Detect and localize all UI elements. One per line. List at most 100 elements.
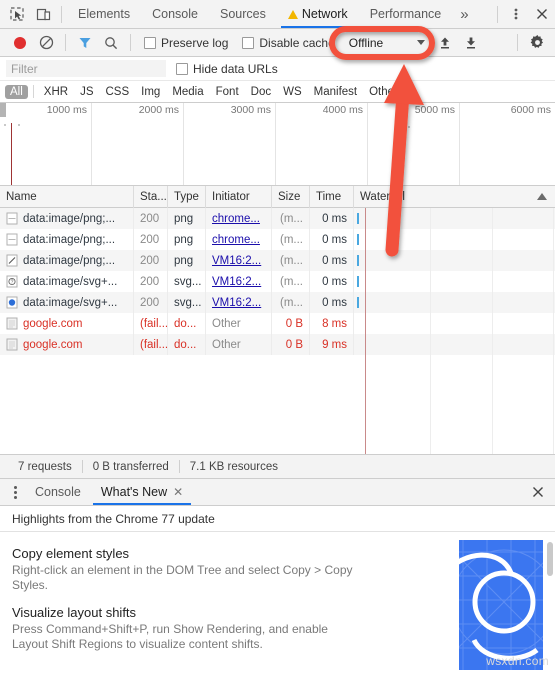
drawer-menu-icon[interactable] <box>6 485 25 499</box>
drawer-tab-console[interactable]: Console <box>25 479 91 505</box>
svg-blue-dot-icon <box>6 296 18 309</box>
search-button[interactable] <box>99 31 123 55</box>
hide-data-urls-checkbox[interactable]: Hide data URLs <box>176 62 278 76</box>
table-row[interactable]: data:image/png;... 200 png chrome... (m.… <box>0 208 555 229</box>
cell-initiator[interactable]: VM16:2... <box>206 292 272 313</box>
cell-status: 200 <box>134 292 168 313</box>
more-tabs-button[interactable]: » <box>452 6 476 23</box>
main-tab-bar: Elements Console Sources Network Perform… <box>0 0 555 29</box>
type-filter-css[interactable]: CSS <box>100 85 134 99</box>
search-icon <box>105 36 118 49</box>
tab-elements[interactable]: Elements <box>67 0 141 28</box>
cell-initiator[interactable]: VM16:2... <box>206 250 272 271</box>
type-filter-font[interactable]: Font <box>211 85 244 99</box>
table-row[interactable]: data:image/png;... 200 png chrome... (m.… <box>0 229 555 250</box>
type-filter-other[interactable]: Other <box>364 85 403 99</box>
network-overview[interactable]: 1000 ms 2000 ms 3000 ms 4000 ms 5000 ms … <box>0 103 555 186</box>
type-filter-manifest[interactable]: Manifest <box>309 85 362 99</box>
column-header-type[interactable]: Type <box>168 185 206 208</box>
name-cell: data:image/svg+... <box>6 296 117 309</box>
waterfall-start-line <box>365 208 366 454</box>
filter-input[interactable] <box>6 60 166 77</box>
cell-type: do... <box>168 334 206 355</box>
type-filter-js[interactable]: JS <box>75 85 98 99</box>
drawer-tab-close-icon[interactable]: ✕ <box>173 485 183 499</box>
cell-name[interactable]: google.com <box>0 313 134 334</box>
kebab-dot <box>14 495 17 499</box>
whats-new-item: Visualize layout shifts Press Command+Sh… <box>12 605 367 652</box>
cell-name[interactable]: data:image/png;... <box>0 208 134 229</box>
name-cell: data:image/png;... <box>6 212 115 225</box>
export-har-button[interactable] <box>459 31 483 55</box>
throttle-select[interactable]: Offline <box>342 33 431 52</box>
cell-type: svg... <box>168 292 206 313</box>
cell-status: (fail... <box>134 313 168 334</box>
table-row[interactable]: data:image/svg+... 200 svg... VM16:2... … <box>0 292 555 313</box>
cell-initiator[interactable]: VM16:2... <box>206 271 272 292</box>
import-har-button[interactable] <box>433 31 457 55</box>
transferred-size: 0 B transferred <box>92 460 169 473</box>
type-filter-img[interactable]: Img <box>136 85 165 99</box>
cell-name[interactable]: data:image/png;... <box>0 250 134 271</box>
drawer-tab-whats-new[interactable]: What's New ✕ <box>91 479 193 505</box>
column-header-name[interactable]: Name <box>0 185 134 208</box>
cell-initiator[interactable]: chrome... <box>206 208 272 229</box>
column-header-size[interactable]: Size <box>272 185 310 208</box>
table-row[interactable]: ? data:image/svg+... 200 svg... VM16:2..… <box>0 271 555 292</box>
tab-console[interactable]: Console <box>141 0 209 28</box>
clear-button[interactable] <box>34 31 58 55</box>
main-menu-icon[interactable] <box>503 1 529 27</box>
tab-network[interactable]: Network <box>277 0 359 28</box>
cell-size: (m... <box>272 250 310 271</box>
network-summary-bar: 7 requests 0 B transferred 7.1 KB resour… <box>0 455 555 479</box>
hide-data-urls-label: Hide data URLs <box>193 61 278 76</box>
chip-divider <box>32 85 34 98</box>
initiator-link[interactable]: chrome... <box>212 213 260 225</box>
initiator-link[interactable]: VM16:2... <box>212 255 261 267</box>
settings-button[interactable] <box>525 31 549 55</box>
column-header-initiator[interactable]: Initiator <box>206 185 272 208</box>
close-icon[interactable] <box>529 1 555 27</box>
cell-status: 200 <box>134 250 168 271</box>
overview-tick-label: 5000 ms <box>414 104 455 116</box>
cell-name[interactable]: data:image/png;... <box>0 229 134 250</box>
column-header-status[interactable]: Sta... <box>134 185 168 208</box>
preserve-log-checkbox[interactable]: Preserve log <box>138 36 234 50</box>
tab-sources[interactable]: Sources <box>209 0 277 28</box>
requests-table-body[interactable]: data:image/png;... 200 png chrome... (m.… <box>0 208 555 455</box>
table-row[interactable]: google.com (fail... do... Other 0 B 8 ms <box>0 313 555 334</box>
record-button[interactable] <box>8 31 32 55</box>
tab-label: Sources <box>219 7 266 21</box>
column-header-waterfall[interactable]: Waterfall <box>354 186 555 208</box>
filter-button[interactable] <box>73 31 97 55</box>
initiator-link[interactable]: chrome... <box>212 234 260 246</box>
whats-new-body[interactable]: Copy element styles Right-click an eleme… <box>0 532 555 670</box>
type-filter-media[interactable]: Media <box>167 85 208 99</box>
cell-name[interactable]: google.com <box>0 334 134 355</box>
whats-new-scrollbar[interactable] <box>547 542 553 576</box>
whats-new-graphic <box>459 540 543 670</box>
type-filter-xhr[interactable]: XHR <box>39 85 73 99</box>
cell-initiator: Other <box>206 313 272 334</box>
name-cell: ? data:image/svg+... <box>6 275 117 288</box>
type-filter-doc[interactable]: Doc <box>246 85 276 99</box>
initiator-link[interactable]: VM16:2... <box>212 297 261 309</box>
cell-initiator[interactable]: chrome... <box>206 229 272 250</box>
type-filter-all[interactable]: All <box>5 84 28 99</box>
initiator-link[interactable]: VM16:2... <box>212 276 261 288</box>
devtools-window: Elements Console Sources Network Perform… <box>0 0 555 693</box>
drawer-close-icon[interactable] <box>525 479 551 505</box>
column-header-time[interactable]: Time <box>310 185 354 208</box>
document-icon <box>6 338 18 351</box>
table-row[interactable]: data:image/png;... 200 png VM16:2... (m.… <box>0 250 555 271</box>
cell-name[interactable]: data:image/svg+... <box>0 292 134 313</box>
table-row[interactable]: google.com (fail... do... Other 0 B 9 ms <box>0 334 555 355</box>
disable-cache-checkbox[interactable]: Disable cache <box>236 36 340 50</box>
inspect-cursor-icon[interactable] <box>4 1 30 27</box>
tab-performance[interactable]: Performance <box>359 0 453 28</box>
cell-name[interactable]: ? data:image/svg+... <box>0 271 134 292</box>
type-filter-ws[interactable]: WS <box>278 85 307 99</box>
overview-tick-label: 4000 ms <box>322 104 363 116</box>
cell-size: (m... <box>272 292 310 313</box>
device-toolbar-icon[interactable] <box>30 1 56 27</box>
